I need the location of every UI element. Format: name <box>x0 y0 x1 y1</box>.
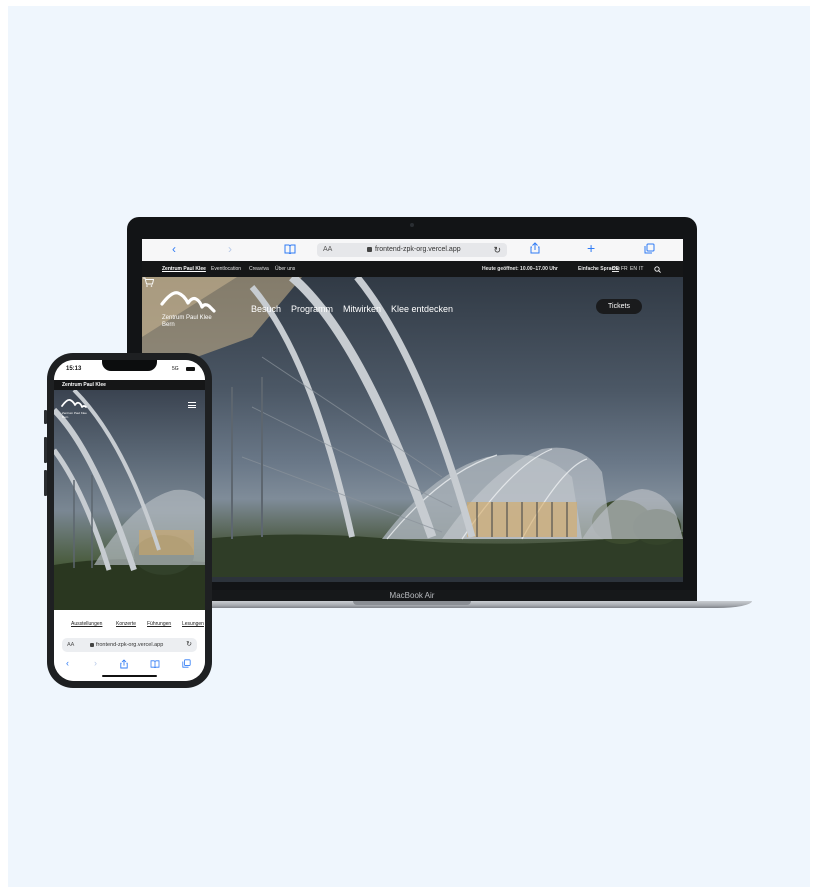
phone-back-icon[interactable]: ‹ <box>66 658 69 668</box>
status-network: 5G <box>172 366 179 372</box>
topbar-brand-link[interactable]: Zentrum Paul Klee <box>162 261 206 277</box>
category-links: Ausstellungen Konzerte Führungen Lesunge… <box>54 610 205 638</box>
category-ausstellungen[interactable]: Ausstellungen <box>71 621 102 627</box>
search-icon[interactable] <box>654 266 661 275</box>
category-konzerte[interactable]: Konzerte <box>116 621 136 627</box>
phone-frame: 15:13 5G Zentrum Paul Klee Zentrum Paul … <box>47 353 212 688</box>
laptop-hinge-notch <box>353 601 471 605</box>
phone-hero-image: Zentrum Paul Klee Bern <box>54 390 205 610</box>
phone-url-text: frontend-zpk-org.vercel.app <box>96 642 164 648</box>
phone-bookmarks-icon[interactable] <box>150 660 160 670</box>
category-lesungen[interactable]: Lesungen <box>182 621 204 627</box>
phone-logo-text[interactable]: Zentrum Paul Klee Bern <box>62 411 87 419</box>
phone-building-illustration <box>54 390 205 610</box>
phone-tabs-icon[interactable] <box>182 659 191 670</box>
hero-image: Zentrum Paul Klee Bern Besuch Programm M… <box>142 277 683 577</box>
nav-klee-entdecken[interactable]: Klee entdecken <box>391 304 453 314</box>
nav-besuch[interactable]: Besuch <box>251 304 281 314</box>
topbar-link-creaviva[interactable]: Creaviva <box>249 261 269 277</box>
reader-aa-label[interactable]: AA <box>323 243 332 257</box>
opening-hours: Heute geöffnet: 10.00–17.00 Uhr <box>482 266 558 272</box>
logo-line-1: Zentrum Paul Klee <box>162 315 212 321</box>
lock-icon <box>367 247 372 252</box>
tabs-icon[interactable] <box>644 243 655 257</box>
bookmarks-icon[interactable] <box>284 243 296 257</box>
share-icon[interactable] <box>530 242 540 257</box>
nav-mitwirken[interactable]: Mitwirken <box>343 304 381 314</box>
phone-reload-icon[interactable]: ↻ <box>186 638 192 652</box>
site-topbar: Zentrum Paul Klee Eventlocation Creaviva… <box>142 261 683 277</box>
phone-site-topbar: Zentrum Paul Klee <box>54 380 205 390</box>
camera-icon <box>410 223 414 227</box>
laptop-bezel: ‹ › AA frontend-zpk-org.vercel.app ↻ + Z… <box>127 217 697 590</box>
topbar-link-eventlocation[interactable]: Eventlocation <box>211 261 241 277</box>
language-fr[interactable]: FR <box>621 261 628 277</box>
phone-reader-aa-label[interactable]: AA <box>67 638 74 652</box>
building-illustration <box>142 277 683 577</box>
laptop-screen: ‹ › AA frontend-zpk-org.vercel.app ↻ + Z… <box>142 239 683 582</box>
phone-logo-line-2: Bern <box>62 415 69 419</box>
language-de[interactable]: DE <box>612 261 619 277</box>
cart-icon[interactable] <box>142 277 154 287</box>
phone-lock-icon <box>90 643 94 647</box>
phone-share-icon[interactable] <box>120 659 128 671</box>
language-en[interactable]: EN <box>630 261 637 277</box>
phone-topbar-brand[interactable]: Zentrum Paul Klee <box>62 380 106 390</box>
logo-line-2: Bern <box>162 322 175 328</box>
language-it[interactable]: IT <box>639 261 643 277</box>
battery-icon <box>186 367 195 371</box>
phone-forward-icon[interactable]: › <box>94 658 97 668</box>
address-bar[interactable]: AA frontend-zpk-org.vercel.app ↻ <box>317 243 507 257</box>
back-icon[interactable]: ‹ <box>172 242 176 256</box>
nav-programm[interactable]: Programm <box>291 304 333 314</box>
url-text: frontend-zpk-org.vercel.app <box>375 246 461 253</box>
site-logo-text[interactable]: Zentrum Paul Klee Bern <box>162 315 212 329</box>
reload-icon[interactable]: ↻ <box>493 243 501 257</box>
forward-icon[interactable]: › <box>228 242 232 256</box>
tickets-button[interactable]: Tickets <box>596 299 642 314</box>
home-indicator[interactable] <box>102 675 157 677</box>
new-tab-icon[interactable]: + <box>587 241 595 255</box>
category-fuehrungen[interactable]: Führungen <box>147 621 171 627</box>
hamburger-menu-icon[interactable] <box>188 402 196 408</box>
status-time: 15:13 <box>66 366 82 372</box>
phone-screen: 15:13 5G Zentrum Paul Klee Zentrum Paul … <box>54 360 205 681</box>
dynamic-island <box>102 360 157 371</box>
phone-address-bar[interactable]: AA frontend-zpk-org.vercel.app ↻ <box>62 638 197 652</box>
topbar-link-about[interactable]: Über uns <box>275 261 295 277</box>
browser-toolbar: ‹ › AA frontend-zpk-org.vercel.app ↻ + <box>142 239 683 261</box>
